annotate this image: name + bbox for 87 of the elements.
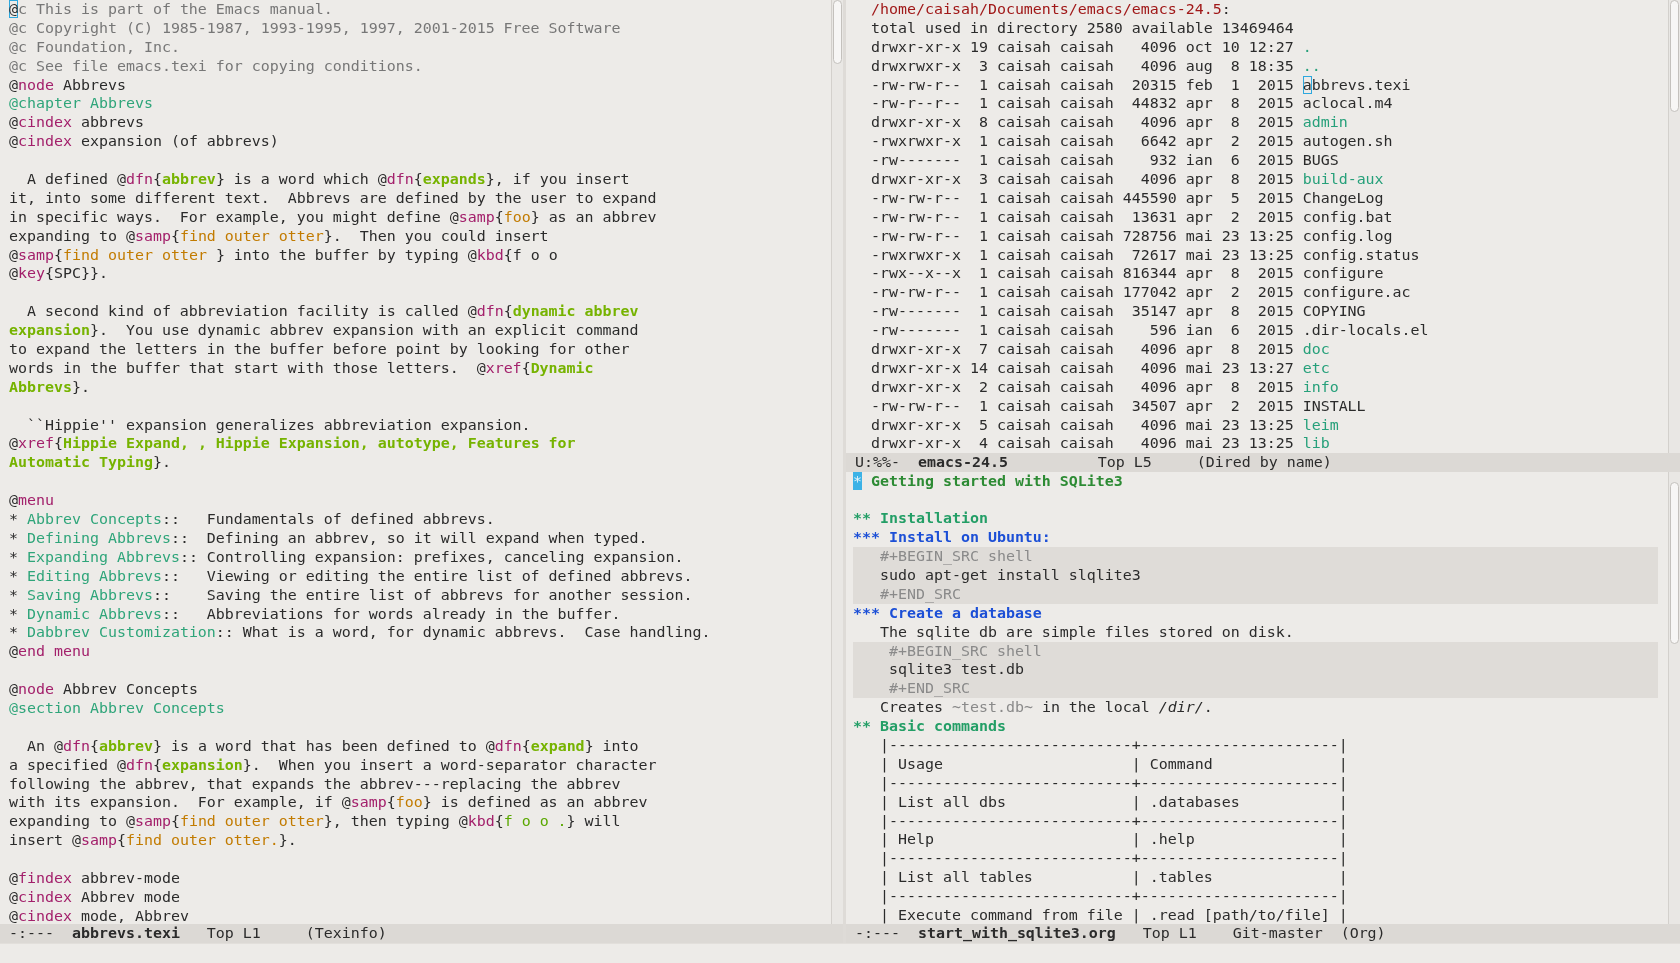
text-line: |---------------------------+----------------------| [878,811,1349,831]
text-line: -rw------- 1 caisah caisah 596 ian 6 2015 .dir-locals.el [870,321,1430,341]
text-line: @menu [9,491,55,511]
text-line: * Editing Abbrevs:: Viewing or editing the entire list of defined abbrevs. [9,566,694,586]
scrollbar[interactable] [1668,471,1680,924]
text-line: -rwxrwxr-x 1 caisah caisah 6642 apr 2 2015 autogen.sh [870,132,1394,152]
text-line: ``Hippie'' expansion generalizes abbreviation expansion. [26,415,532,435]
text-line: -rw-rw-r-- 1 caisah caisah 728756 mai 23 13:25 config.log [870,226,1394,246]
text-line: -rw------- 1 caisah caisah 35147 apr 8 2015 COPYING [870,302,1367,322]
text-line: @cindex expansion (of abbrevs) [9,132,280,152]
text-line: drwxrwxr-x 3 caisah caisah 4096 aug 8 18:35 .. [870,56,1322,76]
scrollbar[interactable] [1668,0,1680,453]
text-line: drwxr-xr-x 7 caisah caisah 4096 apr 8 2015 doc [870,340,1331,359]
scrollbar-thumb[interactable] [1670,481,1679,644]
text-line: drwxr-xr-x 8 caisah caisah 4096 apr 8 2015 admin [870,113,1349,133]
text-line: expansion}. You use dynamic abbrev expansion with an explicit command [9,321,640,341]
text-line: * Expanding Abbrevs:: Controlling expansion: prefixes, canceling expansion. [9,547,685,567]
scrollbar[interactable] [831,0,843,924]
text-line: -rw-r--r-- 1 caisah caisah 44832 apr 8 2015 aclocal.m4 [870,94,1394,114]
text-line: words in the buffer that start with those letters. @xref{Dynamic [9,358,595,378]
scrollbar-thumb[interactable] [833,0,842,64]
text-line: drwxr-xr-x 4 caisah caisah 4096 mai 23 13:25 lib [870,434,1331,453]
text-line: |---------------------------+----------------------| [878,849,1349,869]
text-line: -rw-rw-r-- 1 caisah caisah 177042 apr 2 2015 configure.ac [870,283,1412,303]
text-line: @cindex Abbrev mode [9,887,181,907]
text-line: with its expansion. For example, if @samp{foo} is defined as an abbrev [9,793,649,813]
text-line: @c See file emacs.texi for copying conditions. [9,56,424,76]
text-line: @c Copyright (C) 1985-1987, 1993-1995, 1997, 2001-2015 Free Software [9,18,622,38]
text-line: * Dynamic Abbrevs:: Abbreviations for words already in the buffer. [9,604,622,624]
text-line: |---------------------------+----------------------| [878,887,1349,906]
text-line: ** Installation [853,509,989,529]
text-line: Abbrevs}. [9,377,91,397]
text-line: @cindex abbrevs [9,113,145,133]
text-line: | List all tables | .tables | [878,868,1349,888]
text-line: | List all dbs | .databases | [878,792,1349,812]
text-line: @cindex mode, Abbrev [9,906,190,924]
text-line: -rw-rw-r-- 1 caisah caisah 34507 apr 2 2015 INSTALL [870,396,1367,416]
text-line: -rw-rw-r-- 1 caisah caisah 445590 apr 5 2015 ChangeLog [870,188,1385,208]
text-line: Automatic Typing}. [9,453,172,473]
text-line: -rw------- 1 caisah caisah 932 ian 6 2015 BUGS [870,151,1340,170]
text-line: @key{SPC}}. [9,264,109,284]
text-line: it, into some different text. Abbrevs are defined by the user to expand [9,188,658,208]
text-line: * Getting started with SQLite3 [853,471,1124,491]
text-line: @samp{find outer otter } into the buffer by typing @kbd{f o o [9,245,559,265]
text-line: |---------------------------+----------------------| [878,773,1349,793]
text-line: |---------------------------+----------------------| [878,735,1349,755]
text-line: drwxr-xr-x 19 caisah caisah 4096 oct 10 12:27 . [870,37,1313,57]
text-line: * Abbrev Concepts:: Fundamentals of defined abbrevs. [9,510,496,529]
text-line: a specified @dfn{expansion}. When you insert a word-separator character [9,755,658,775]
text-line: drwxr-xr-x 2 caisah caisah 4096 apr 8 2015 info [870,377,1340,397]
text-line: following the abbrev, that expands the abbrev---replacing the abbrev [9,774,622,794]
text-line: | Execute command from file | .read [path/to/file] | [878,906,1349,924]
text-line: -rwxrwxr-x 1 caisah caisah 72617 mai 23 13:25 config.status [870,245,1421,265]
text-line: @node Abbrev Concepts [9,680,199,699]
text-line: @findex abbrev-mode [9,868,181,888]
text-line: drwxr-xr-x 5 caisah caisah 4096 mai 23 13:25 leim [870,415,1340,435]
text-line: @section Abbrev Concepts [9,698,226,718]
text-line: ** Basic commands [853,717,1007,736]
text-line: /home/caisah/Documents/emacs/emacs-24.5: [870,0,1232,19]
text-line: @chapter Abbrevs [9,94,154,114]
text-line: in specific ways. For example, you might define @samp{foo} as an abbrev [9,207,658,227]
text-line: drwxr-xr-x 14 caisah caisah 4096 mai 23 13:27 etc [870,358,1331,378]
text-line: The sqlite db are simple files stored on disk. [878,622,1295,642]
text-line: @c Foundation, Inc. [9,37,181,57]
scrollbar-thumb[interactable] [1670,0,1679,112]
text-line: @xref{Hippie Expand, , Hippie Expansion, autotype, Features for [9,434,577,454]
text-line: An @dfn{abbrev} is a word that has been defined to @dfn{expand} into [26,736,640,756]
text-line: drwxr-xr-x 3 caisah caisah 4096 apr 8 2015 build-aux [870,170,1385,189]
text-line: -rwx--x--x 1 caisah caisah 816344 apr 8 2015 configure [870,264,1385,284]
text-line: expanding to @samp{find outer otter}, then typing @kbd{f o o .} will [9,812,622,832]
text-line: -rw-rw-r-- 1 caisah caisah 13631 apr 2 2015 config.bat [870,207,1394,227]
text-line: | Help | .help | [878,830,1349,850]
text-line: @node Abbrevs [9,75,127,95]
text-line: to expand the letters in the buffer before point by looking for other [9,340,631,359]
text-line: @end menu [9,642,91,662]
text-line: | Usage | Command | [878,754,1349,774]
text-line: * Dabbrev Customization:: What is a word, for dynamic abbrevs. Case handling. [9,623,712,643]
text-line: * Saving Abbrevs:: Saving the entire list of abbrevs for another session. [9,585,694,605]
text-line: total used in directory 2580 available 13469464 [870,18,1295,38]
text-line: * Defining Abbrevs:: Defining an abbrev, so it will expand when typed. [9,528,649,548]
text-line: expanding to @samp{find outer otter}. Then you could insert [9,226,550,246]
text-line: Creates ~test.db~ in the local /dir/. [878,698,1214,718]
text-line: A second kind of abbreviation facility is called @dfn{dynamic abbrev [26,302,640,322]
text-line: *** Install on Ubuntu: [853,528,1052,548]
text-line: A defined @dfn{abbrev} is a word which @dfn{expands}, if you insert [26,170,631,189]
text-line: *** Create a database [853,603,1043,623]
text-line: insert @samp{find outer otter.}. [9,831,298,851]
